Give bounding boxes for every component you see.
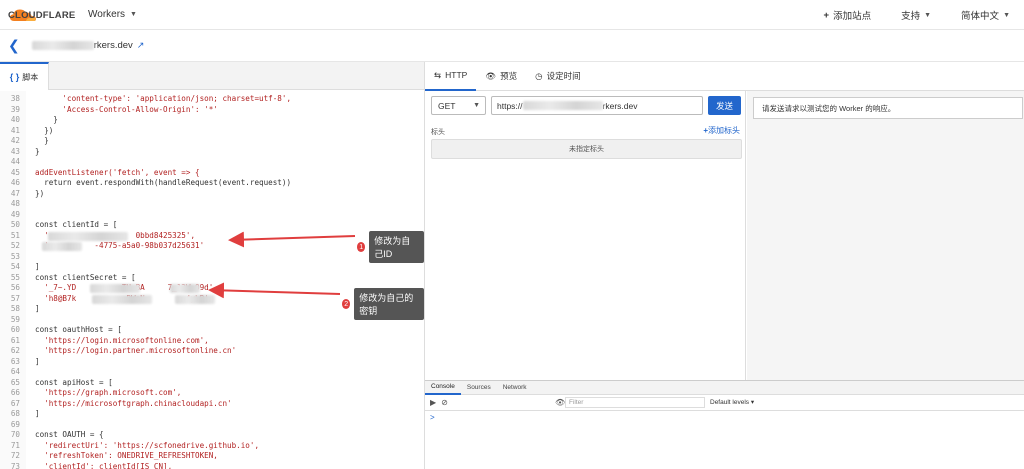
- script-editor-pane: { } 脚本 38 'content-type': 'application/j…: [0, 62, 425, 469]
- support-menu[interactable]: 支持 ▼: [901, 8, 931, 22]
- add-site-button[interactable]: + 添加站点: [823, 8, 872, 23]
- test-pane: ⇆ HTTP 👁 预览 ◷ 设定时间 GET ▼ https:// rkers.dev…: [425, 62, 1024, 380]
- arrow-2: [208, 282, 341, 299]
- tab-network[interactable]: Network: [497, 381, 533, 395]
- url-prefix: https://: [497, 100, 523, 111]
- url-input[interactable]: https:// rkers.dev: [491, 96, 703, 115]
- tab-http-label: HTTP: [445, 70, 468, 80]
- tab-http[interactable]: ⇆ HTTP: [425, 62, 477, 91]
- headers-label: 标头: [431, 129, 445, 136]
- product-menu-label: Workers: [88, 9, 126, 20]
- top-bar: CLOUDFLARE Workers ▼ + 添加站点 支持 ▼ 简体中文 ▼: [0, 0, 1024, 30]
- tab-schedule-label: 设定时间: [546, 71, 581, 81]
- request-panel: GET ▼ https:// rkers.dev 发送 标头 +添加标头 未指定…: [425, 91, 746, 380]
- add-header-button[interactable]: +添加标头: [703, 125, 740, 136]
- method-value: GET: [438, 100, 456, 111]
- sidebar-toggle-icon[interactable]: ▶: [430, 398, 436, 407]
- worker-header: ❮ rkers.dev ↗: [0, 30, 1024, 62]
- caret-down-icon: ▼: [130, 11, 137, 18]
- no-headers-message: 未指定标头: [431, 139, 742, 159]
- send-button[interactable]: 发送: [708, 96, 741, 115]
- caret-down-icon: ▼: [1003, 11, 1010, 19]
- method-select[interactable]: GET ▼: [431, 96, 486, 115]
- log-levels-select[interactable]: Default levels ▾: [710, 398, 754, 406]
- tab-schedule[interactable]: ◷ 设定时间: [526, 62, 589, 91]
- arrow-1: [228, 231, 356, 248]
- tab-preview[interactable]: 👁 预览: [476, 62, 526, 91]
- add-header-label: 添加标头: [708, 126, 740, 135]
- test-tabs: ⇆ HTTP 👁 预览 ◷ 设定时间: [425, 62, 1024, 91]
- console-toolbar: ▶ ⊘ 👁 Filter Default levels ▾: [425, 395, 1024, 411]
- plus-icon: +: [823, 9, 830, 21]
- domain-suffix: rkers.dev: [93, 40, 133, 51]
- external-link-icon[interactable]: ↗: [137, 40, 145, 51]
- support-label: 支持: [901, 11, 921, 22]
- eye-icon[interactable]: 👁: [555, 398, 565, 407]
- filter-input[interactable]: Filter: [565, 397, 705, 408]
- swap-icon: ⇆: [434, 69, 442, 80]
- caret-down-icon: ▼: [924, 11, 932, 19]
- devtools-console: Console Sources Network ▶ ⊘ 👁 Filter Def…: [425, 380, 1024, 469]
- clear-console-icon[interactable]: ⊘: [441, 398, 448, 407]
- response-panel: 请发送请求以测试您的 Worker 的响应。: [747, 91, 1024, 380]
- add-site-label: 添加站点: [833, 11, 872, 22]
- logo-text: CLOUDFLARE: [8, 10, 76, 21]
- language-menu[interactable]: 简体中文 ▼: [961, 8, 1010, 22]
- language-label: 简体中文: [961, 11, 1000, 22]
- redacted-url: [522, 101, 603, 110]
- caret-down-icon: ▼: [473, 102, 480, 109]
- redacted-subdomain: [31, 41, 94, 50]
- worker-domain: rkers.dev ↗: [31, 40, 145, 51]
- tab-sources[interactable]: Sources: [461, 381, 497, 395]
- devtools-tabs: Console Sources Network: [425, 381, 1024, 395]
- console-prompt[interactable]: >: [430, 413, 1024, 422]
- url-suffix: rkers.dev: [602, 100, 638, 111]
- tab-console[interactable]: Console: [425, 381, 461, 395]
- annotation-arrows: [208, 231, 356, 299]
- product-menu[interactable]: Workers ▼: [88, 9, 137, 20]
- clock-icon: ◷: [535, 70, 543, 81]
- back-icon[interactable]: ❮: [8, 37, 20, 54]
- eye-icon: 👁: [485, 70, 497, 81]
- response-message: 请发送请求以测试您的 Worker 的响应。: [753, 97, 1023, 119]
- tab-preview-label: 预览: [500, 71, 518, 81]
